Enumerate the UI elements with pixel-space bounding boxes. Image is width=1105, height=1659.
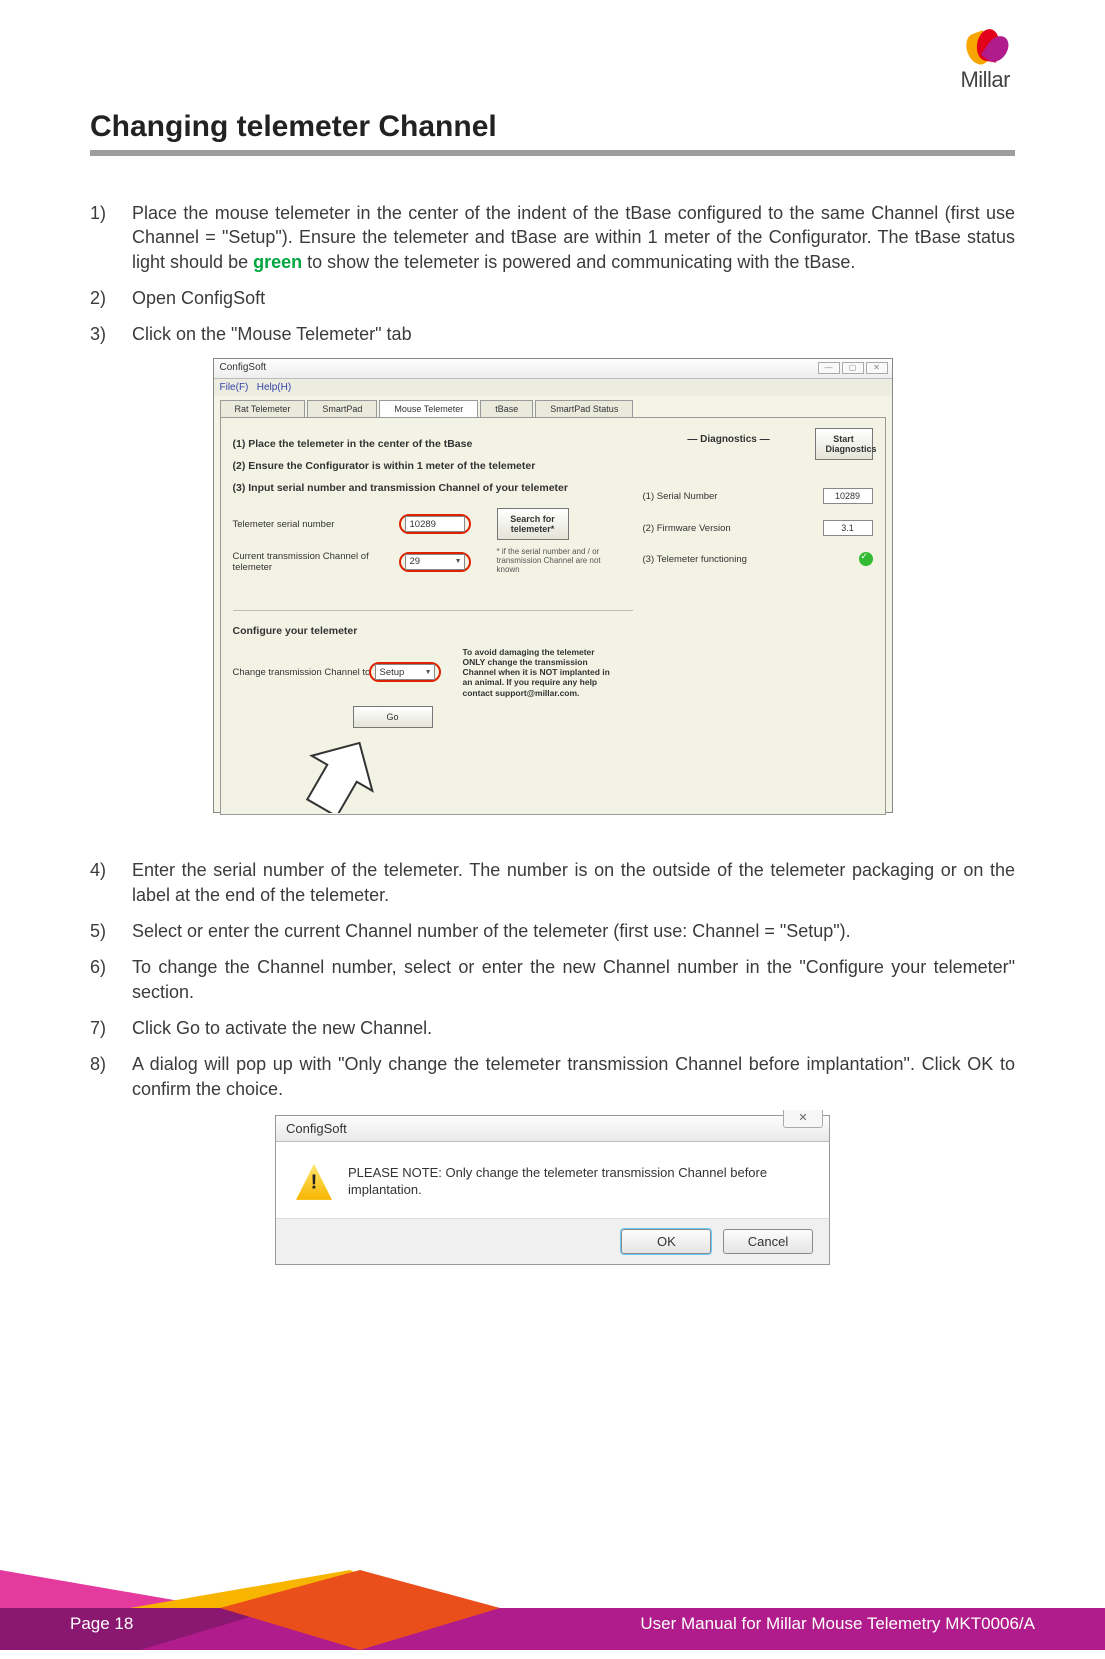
check-ok-icon [859,552,873,566]
search-telemeter-button[interactable]: Search for telemeter* [497,508,569,540]
dialog-titlebar: ConfigSoft ✕ [276,1116,829,1142]
tab-strip: Rat Telemeter SmartPad Mouse Telemeter t… [214,396,892,417]
dialog-title: ConfigSoft [286,1121,347,1136]
instr-2: (2) Ensure the Configurator is within 1 … [233,460,633,472]
label-change-channel: Change transmission Channel to [233,667,373,678]
menu-bar: File(F) Help(H) [214,379,892,396]
page-footer: Page 18 User Manual for Millar Mouse Tel… [0,1570,1105,1650]
page-title: Changing telemeter Channel [90,110,1015,156]
step-3: 3)Click on the "Mouse Telemeter" tab [90,322,1015,346]
input-serial[interactable]: 10289 [405,516,465,532]
footer-doc-title: User Manual for Millar Mouse Telemetry M… [640,1614,1035,1634]
go-button[interactable]: Go [353,706,433,728]
diag-functioning-label: (3) Telemeter functioning [643,554,747,565]
tab-mouse-telemeter[interactable]: Mouse Telemeter [379,400,478,417]
window-title: ConfigSoft [220,362,267,373]
tab-rat-telemeter[interactable]: Rat Telemeter [220,400,306,417]
diagnostics-header: — Diagnostics — [643,428,815,445]
menu-help[interactable]: Help(H) [257,382,291,393]
steps-list: 1) Place the mouse telemeter in the cent… [90,201,1015,346]
step-4: 4)Enter the serial number of the telemet… [90,858,1015,907]
instr-1: (1) Place the telemeter in the center of… [233,438,633,450]
close-button[interactable]: ✕ [866,362,888,374]
step-8: 8)A dialog will pop up with "Only change… [90,1052,1015,1101]
window-titlebar: ConfigSoft — ▢ ✕ [214,359,892,379]
ok-button[interactable]: OK [621,1229,711,1254]
select-new-channel[interactable]: Setup [375,664,435,680]
step-1-green: green [253,252,302,272]
start-diagnostics-button[interactable]: Start Diagnostics [815,428,873,460]
step-6: 6)To change the Channel number, select o… [90,955,1015,1004]
step-5: 5)Select or enter the current Channel nu… [90,919,1015,943]
annotation-arrow-icon [306,738,376,816]
tab-tbase[interactable]: tBase [480,400,533,417]
brand-logo: Millar [960,25,1010,93]
dialog-message: PLEASE NOTE: Only change the telemeter t… [348,1164,809,1200]
config-warning: To avoid damaging the telemeter ONLY cha… [463,647,613,698]
tab-smartpad[interactable]: SmartPad [307,400,377,417]
diag-firmware-label: (2) Firmware Version [643,523,731,534]
diag-firmware-value: 3.1 [823,520,873,536]
minimize-button[interactable]: — [818,362,840,374]
diag-serial-value: 10289 [823,488,873,504]
menu-file[interactable]: File(F) [220,382,249,393]
configure-header: Configure your telemeter [233,625,633,637]
search-note: * if the serial number and / or transmis… [497,548,607,574]
label-channel: Current transmission Channel of telemete… [233,551,403,573]
dialog-screenshot: ConfigSoft ✕ PLEASE NOTE: Only change th… [275,1115,830,1265]
step-2: 2)Open ConfigSoft [90,286,1015,310]
step-1: 1) Place the mouse telemeter in the cent… [90,201,1015,274]
dialog-close-button[interactable]: ✕ [783,1110,823,1128]
cancel-button[interactable]: Cancel [723,1229,813,1254]
logo-text: Millar [960,67,1010,93]
warning-icon [296,1164,332,1200]
configsoft-screenshot: ConfigSoft — ▢ ✕ File(F) Help(H) Rat Tel… [213,358,893,813]
logo-flower-icon [961,25,1009,69]
tab-smartpad-status[interactable]: SmartPad Status [535,400,633,417]
step-7: 7)Click Go to activate the new Channel. [90,1016,1015,1040]
maximize-button[interactable]: ▢ [842,362,864,374]
select-channel[interactable]: 29 [405,554,465,570]
instr-3: (3) Input serial number and transmission… [233,482,633,494]
label-serial: Telemeter serial number [233,519,403,530]
diag-serial-label: (1) Serial Number [643,491,718,502]
steps-list-cont: 4)Enter the serial number of the telemet… [90,858,1015,1100]
footer-page-number: Page 18 [70,1614,133,1634]
step-1-text-b: to show the telemeter is powered and com… [302,252,855,272]
